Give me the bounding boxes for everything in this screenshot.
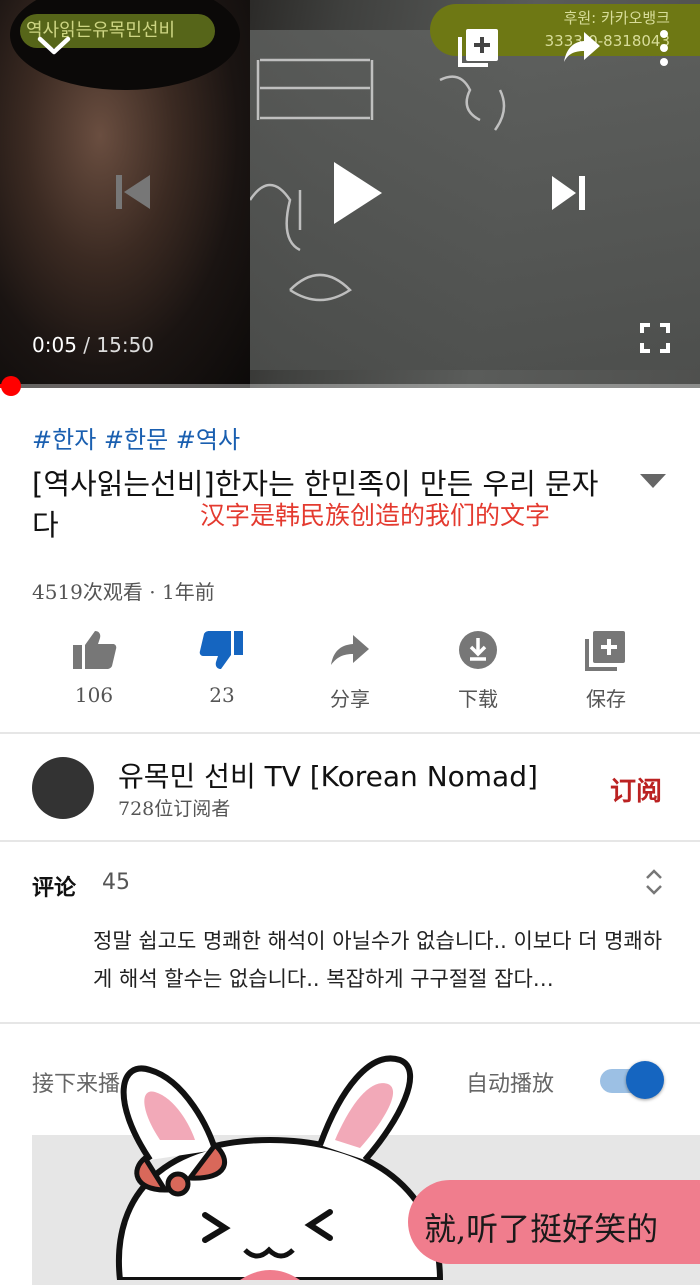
chevron-down-icon[interactable] — [36, 33, 72, 57]
divider — [0, 732, 700, 734]
video-frame-writing — [248, 58, 506, 302]
video-hashtags[interactable]: #한자 #한문 #역사 — [32, 420, 240, 455]
video-meta: 4519次观看 · 1年前 — [32, 576, 215, 605]
meta-dot: · — [142, 580, 162, 604]
thumb-down-icon — [199, 631, 243, 669]
expand-comments-icon[interactable] — [644, 867, 664, 897]
subscriber-count: 728位订阅者 — [118, 798, 231, 820]
dislike-button[interactable]: 23 — [172, 625, 272, 707]
comments-label: 评论 — [32, 875, 77, 901]
comments-count: 45 — [102, 870, 130, 895]
current-time: 0:05 — [32, 333, 77, 357]
share-button[interactable]: 分享 — [300, 625, 400, 712]
time-display: 0:05 / 15:50 — [32, 333, 154, 357]
channel-avatar[interactable] — [32, 757, 94, 819]
share-icon[interactable] — [562, 30, 602, 64]
expand-description-icon[interactable] — [640, 474, 666, 488]
divider — [0, 1022, 700, 1024]
sticker-caption: 就,听了挺好笑的 — [424, 1210, 659, 1248]
progress-scrubber[interactable] — [1, 376, 21, 396]
subscribe-button[interactable]: 订阅 — [610, 771, 662, 808]
view-count: 4519次观看 — [32, 580, 143, 604]
skip-next-icon[interactable] — [550, 174, 588, 212]
video-player[interactable]: 역사읽는유목민선비 후원: 카카오뱅크 3333-0-8318043 0:05 … — [0, 0, 700, 388]
like-button[interactable]: 106 — [44, 625, 144, 707]
play-icon[interactable] — [330, 160, 384, 226]
fullscreen-icon[interactable] — [640, 323, 670, 353]
download-icon — [459, 631, 497, 669]
like-count: 106 — [74, 683, 114, 707]
download-label: 下载 — [458, 687, 498, 711]
time-separator: / — [76, 333, 97, 357]
upload-age: 1年前 — [161, 580, 215, 604]
save-button[interactable]: 保存 — [556, 625, 656, 712]
top-comment-text: 정말 쉽고도 명쾌한 해석이 아닐수가 없습니다.. 이보다 더 명쾌하게 해석… — [93, 929, 663, 991]
skip-previous-icon[interactable] — [114, 172, 152, 212]
save-playlist-icon — [585, 631, 625, 671]
share-icon — [331, 635, 369, 665]
dislike-count: 23 — [209, 683, 235, 707]
more-vert-icon[interactable] — [655, 28, 673, 68]
duration: 15:50 — [96, 333, 155, 357]
channel-name[interactable]: 유목민 선비 TV [Korean Nomad] — [118, 755, 538, 795]
share-label: 分享 — [330, 687, 370, 711]
download-button[interactable]: 下载 — [428, 625, 528, 712]
save-label: 保存 — [586, 687, 626, 711]
progress-track[interactable] — [0, 384, 700, 388]
add-to-playlist-icon[interactable] — [458, 27, 500, 67]
translation-annotation: 汉字是韩民族创造的我们的文字 — [200, 501, 551, 530]
thumb-up-icon — [73, 631, 117, 669]
